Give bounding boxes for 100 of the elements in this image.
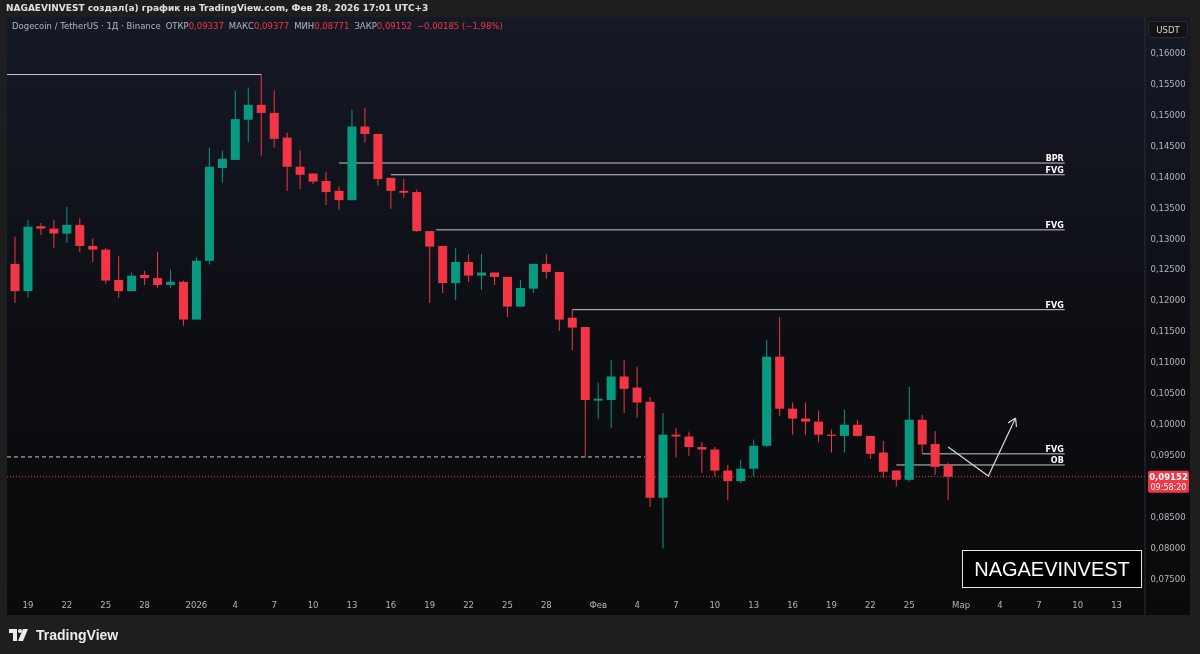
date-label: 25: [903, 600, 915, 610]
last-price-tag: 0,09152 09:58:20: [1148, 470, 1189, 493]
candlestick: [865, 435, 875, 460]
date-label: 4: [634, 600, 640, 610]
candlestick: [697, 441, 707, 474]
price-label: 0,13500: [1150, 202, 1186, 213]
date-label: Фев: [589, 600, 607, 610]
candlestick: [49, 219, 59, 249]
candlestick: [269, 90, 279, 149]
candlestick: [179, 280, 188, 327]
candlestick: [593, 382, 603, 420]
date-label: 4: [997, 600, 1003, 610]
price-label: 0,11000: [1150, 357, 1186, 368]
candlestick: [451, 247, 461, 301]
date-label: 7: [673, 600, 679, 610]
date-label: 22: [61, 600, 73, 610]
brand-name: TradingView: [36, 626, 119, 643]
price-label: 0,14500: [1150, 140, 1186, 151]
ohlc-label: ЗАКР: [354, 21, 377, 31]
candlestick: [282, 132, 292, 192]
candlestick: [917, 414, 927, 455]
candlestick: [554, 271, 564, 332]
ohlc-value: 0,09377: [253, 21, 290, 31]
ohlc-label: МАКС: [228, 21, 254, 31]
candlestick: [852, 419, 862, 437]
candlestick: [438, 245, 448, 294]
price-label: 0,08000: [1150, 542, 1186, 553]
candlestick: [619, 359, 629, 414]
currency-button[interactable]: USDT: [1148, 21, 1188, 38]
candlestick: [153, 251, 163, 289]
date-label: 2026: [185, 600, 208, 610]
candlestick: [723, 464, 733, 501]
date-label: 25: [100, 600, 112, 610]
level-label: BPR: [1045, 154, 1064, 163]
candlestick: [412, 189, 422, 233]
candlestick: [736, 459, 746, 484]
price-label: 0,10000: [1150, 419, 1186, 430]
price-label: 0,08500: [1150, 511, 1186, 522]
date-label: 16: [787, 600, 799, 610]
candlestick: [710, 446, 720, 477]
chart-caption: NAGAEVINVEST создал(а) график на TradingView.com, Фев 28, 2026 17:01 UTC+3: [5, 2, 430, 15]
price-label: 0,09500: [1150, 450, 1186, 461]
candlestick: [503, 276, 512, 318]
candlestick: [191, 256, 201, 321]
candlestick: [36, 222, 46, 236]
candlestick: [943, 462, 953, 501]
candlestick: [334, 186, 344, 211]
candlestick: [632, 366, 642, 419]
candlestick: [243, 87, 253, 143]
price-label: 0,15500: [1150, 78, 1186, 89]
candlestick: [477, 253, 487, 291]
price-label: 0,16000: [1150, 47, 1186, 58]
date-label: 10: [709, 600, 721, 610]
candlestick: [801, 402, 811, 436]
price-label: 0,12000: [1150, 295, 1186, 306]
price-label: 0,11500: [1150, 326, 1186, 337]
candlestick: [671, 427, 681, 459]
date-label: 25: [502, 600, 513, 610]
candlestick: [878, 440, 888, 479]
candlestick: [606, 359, 616, 429]
chart-text-box: NAGAEVINVEST: [962, 550, 1142, 588]
date-label: 4: [232, 600, 239, 610]
ohlc-label: ОТКР: [165, 21, 189, 31]
ohlc-value: 0,09337: [188, 21, 224, 31]
candlestick: [360, 107, 370, 144]
candlestick: [88, 238, 98, 263]
level-label: FVG: [1045, 165, 1064, 175]
candlestick: [567, 309, 577, 351]
date-label: 13: [346, 600, 358, 610]
date-label: 13: [1111, 600, 1123, 610]
date-label: 22: [864, 600, 876, 610]
level-label: FVG: [1045, 300, 1064, 310]
date-label: 22: [463, 600, 474, 610]
candlestick: [814, 410, 824, 443]
level-label: FVG: [1045, 444, 1064, 454]
tradingview-logo-icon: [9, 628, 31, 641]
price-label: 0,13000: [1150, 233, 1186, 244]
ohlc-value: 0,08771: [314, 21, 350, 31]
candlestick: [399, 178, 409, 199]
candlestick: [464, 253, 474, 283]
price-change: −0,00185 (−1,98%): [416, 21, 503, 31]
candlestick: [101, 247, 111, 285]
candlestick: [788, 402, 798, 436]
price-label: 0,15000: [1150, 109, 1186, 120]
candlestick: [295, 149, 305, 190]
candlestick: [10, 236, 20, 304]
candlestick: [140, 270, 150, 286]
candlestick: [839, 409, 849, 454]
ohlc-label: МИН: [294, 21, 315, 31]
candlestick: [308, 173, 318, 185]
date-label: 19: [424, 600, 436, 610]
date-label: 19: [22, 600, 34, 610]
price-label: 0,14000: [1150, 171, 1186, 182]
candlestick: [891, 470, 901, 488]
date-label: 13: [748, 600, 760, 610]
price-label: 0,12500: [1150, 264, 1186, 275]
date-label: 10: [1072, 600, 1084, 610]
candlestick: [166, 268, 175, 289]
candlestick: [230, 90, 240, 161]
date-label: 28: [540, 600, 552, 610]
